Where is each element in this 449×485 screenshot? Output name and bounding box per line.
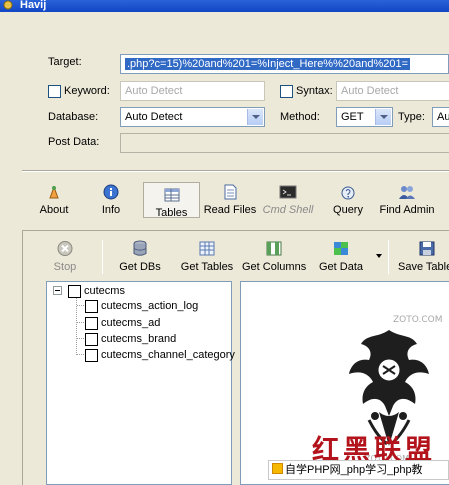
get-data-icon bbox=[334, 242, 348, 255]
save-table-icon bbox=[419, 241, 435, 256]
get-tables-icon bbox=[199, 241, 215, 256]
table-name: cutecms_channel_category bbox=[101, 349, 235, 361]
nav-info-button[interactable]: Info bbox=[96, 184, 126, 224]
database-label: Database: bbox=[48, 111, 99, 123]
tree-node-table[interactable]: cutecms_ad bbox=[85, 315, 160, 331]
toolbar-separator bbox=[388, 240, 389, 274]
get-data-dropdown-icon[interactable] bbox=[376, 254, 382, 258]
nav-find-admin-button[interactable]: Find Admin bbox=[378, 184, 436, 224]
window-title: Havij bbox=[20, 0, 47, 11]
about-icon bbox=[49, 185, 59, 199]
nav-read-files-label: Read Files bbox=[203, 204, 257, 216]
tree-connector bbox=[77, 338, 84, 339]
nav-find-admin-label: Find Admin bbox=[379, 204, 435, 216]
type-select[interactable]: Au bbox=[432, 107, 449, 127]
title-bar: Havij bbox=[0, 0, 449, 12]
nav-tables-label: Tables bbox=[155, 207, 188, 219]
save-table-label: Save Table bbox=[398, 261, 449, 273]
info-icon bbox=[103, 184, 119, 200]
table-name: cutecms_ad bbox=[101, 317, 161, 329]
nav-about-label: About bbox=[39, 204, 69, 216]
havij-app-icon bbox=[3, 0, 13, 10]
get-data-label: Get Data bbox=[318, 261, 364, 273]
cmd-shell-icon bbox=[279, 185, 297, 199]
method-dropdown-arrow-icon[interactable] bbox=[375, 109, 391, 125]
syntax-checkbox[interactable] bbox=[280, 85, 293, 98]
tree-node-table[interactable]: cutecms_action_log bbox=[85, 298, 198, 314]
table-name: cutecms_brand bbox=[101, 333, 177, 345]
stop-button[interactable]: Stop bbox=[50, 240, 80, 276]
nav-about-button[interactable]: About bbox=[34, 184, 74, 224]
tree-connector bbox=[77, 322, 84, 323]
watermark-banner: 自学PHP网_php学习_php教 bbox=[268, 460, 449, 480]
get-dbs-button[interactable]: Get DBs bbox=[118, 240, 162, 276]
target-input[interactable]: .php?c=15)%20and%201=%Inject_Here%%20and… bbox=[120, 54, 449, 74]
tree-node-table[interactable]: cutecms_channel_category bbox=[85, 347, 235, 363]
method-value: GET bbox=[341, 111, 364, 123]
banner-icon bbox=[272, 463, 283, 474]
stop-icon bbox=[57, 241, 73, 256]
table-name: cutecms_action_log bbox=[101, 300, 199, 312]
get-tables-button[interactable]: Get Tables bbox=[180, 240, 234, 276]
tree-node-table[interactable]: cutecms_brand bbox=[85, 331, 176, 347]
nav-query-label: Query bbox=[333, 204, 363, 216]
target-label: Target: bbox=[48, 56, 82, 68]
get-columns-label: Get Columns bbox=[242, 261, 307, 273]
nav-tables-button[interactable]: Tables bbox=[143, 182, 200, 219]
post-data-label: Post Data: bbox=[48, 136, 100, 148]
get-columns-icon bbox=[266, 241, 282, 256]
nav-cmd-shell-label: Cmd Shell bbox=[262, 204, 314, 216]
query-icon bbox=[341, 186, 355, 200]
get-dbs-label: Get DBs bbox=[119, 261, 161, 273]
tree-connector bbox=[77, 305, 84, 306]
get-dbs-icon bbox=[133, 240, 147, 256]
tree-connector bbox=[77, 354, 84, 355]
table-checkbox[interactable] bbox=[85, 348, 98, 362]
read-files-icon bbox=[224, 184, 237, 200]
syntax-label: Syntax: bbox=[296, 85, 333, 97]
keyword-checkbox[interactable] bbox=[48, 85, 61, 98]
nav-read-files-button[interactable]: Read Files bbox=[202, 184, 258, 224]
get-data-button[interactable]: Get Data bbox=[318, 240, 364, 276]
tables-icon bbox=[164, 188, 179, 202]
database-select[interactable]: Auto Detect bbox=[120, 107, 265, 127]
syntax-input[interactable]: Auto Detect bbox=[336, 81, 449, 101]
collapse-icon[interactable] bbox=[53, 286, 62, 295]
table-checkbox[interactable] bbox=[85, 332, 98, 346]
method-label: Method: bbox=[280, 111, 320, 123]
watermark-banner-text: 自学PHP网_php学习_php教 bbox=[285, 464, 423, 476]
save-table-button[interactable]: Save Table bbox=[398, 240, 449, 276]
database-value: Auto Detect bbox=[125, 111, 183, 123]
target-value: .php?c=15)%20and%201=%Inject_Here%%20and… bbox=[125, 58, 411, 70]
table-checkbox[interactable] bbox=[85, 299, 98, 313]
toolbar-separator bbox=[102, 240, 103, 274]
tree-node-database[interactable]: cutecms bbox=[68, 283, 125, 299]
post-data-input[interactable] bbox=[120, 133, 449, 153]
keyword-input[interactable]: Auto Detect bbox=[120, 81, 265, 101]
get-tables-label: Get Tables bbox=[180, 261, 234, 273]
nav-info-label: Info bbox=[101, 204, 121, 216]
find-admin-icon bbox=[399, 186, 415, 199]
type-label: Type: bbox=[398, 111, 425, 123]
divider bbox=[22, 170, 449, 172]
database-checkbox[interactable] bbox=[68, 284, 81, 298]
database-name: cutecms bbox=[84, 285, 125, 297]
get-columns-button[interactable]: Get Columns bbox=[242, 240, 306, 276]
table-checkbox[interactable] bbox=[85, 316, 98, 330]
database-dropdown-arrow-icon[interactable] bbox=[247, 109, 263, 125]
nav-cmd-shell-button[interactable]: Cmd Shell bbox=[262, 184, 314, 224]
nav-query-button[interactable]: Query bbox=[330, 184, 366, 224]
keyword-label: Keyword: bbox=[64, 85, 110, 97]
method-select[interactable]: GET bbox=[336, 107, 393, 127]
stop-label: Stop bbox=[53, 261, 77, 273]
